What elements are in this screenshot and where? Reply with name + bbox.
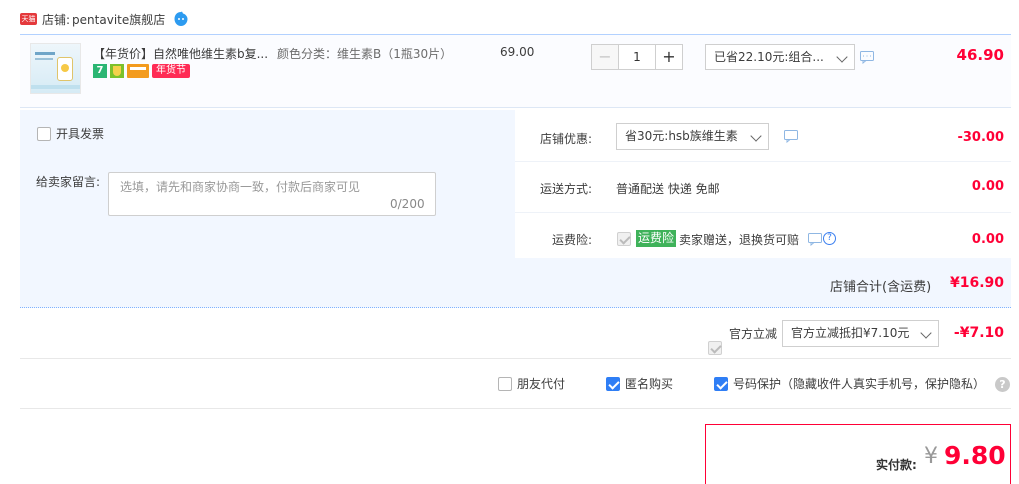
sku-info: 颜色分类：维生素B（1瓶30片） [277,47,453,61]
official-discount-select[interactable]: 官方立减抵扣¥7.10元 [782,320,939,347]
divider [20,408,1011,409]
insurance-label: 运费险: [552,233,593,247]
seven-day-return-icon: 7 [93,64,107,78]
store-discount-select[interactable]: 省30元:hsb族维生素 [616,123,769,150]
message-char-count: 0/200 [390,197,425,211]
official-discount-value: 官方立减抵扣¥7.10元 [791,326,910,340]
chevron-down-icon [920,327,932,339]
payment-currency: ¥ [924,444,938,469]
item-promo-select[interactable]: 已省22.10元:组合... [705,44,855,70]
shipping-method: 普通配送 快递 免邮 [616,182,720,196]
product-badges: 7 年货节 [93,64,190,78]
official-discount-checkbox [708,341,722,355]
unit-price: 69.00 [500,45,535,59]
chevron-down-icon [836,51,848,63]
insurance-text: 卖家赠送，退换货可赔 [679,233,800,247]
guarantee-icon [110,64,124,78]
shipping-label: 运送方式: [540,182,593,196]
tmall-icon: 天猫 [20,13,37,25]
message-icon[interactable] [860,51,874,64]
store-discount-value: 省30元:hsb族维生素 [625,129,738,143]
shop-header: 天猫 店铺: pentavite旗舰店 [20,8,189,30]
quantity-decrease-button[interactable]: − [591,44,619,70]
quantity-increase-button[interactable]: + [655,44,683,70]
question-icon[interactable]: ? [995,377,1010,392]
invoice-checkbox[interactable] [37,126,51,141]
friend-pay-label: 朋友代付 [517,377,566,391]
divider [20,358,1011,359]
phone-protect-label: 号码保护（隐藏收件人真实手机号，保护隐私） [733,377,986,391]
shop-label: 店铺: [42,12,71,27]
message-label: 给卖家留言: [36,175,101,189]
insurance-amount: 0.00 [971,232,1004,247]
credit-card-icon [127,64,149,78]
item-total-price: 46.90 [956,46,1004,64]
message-icon[interactable] [808,233,822,246]
divider [515,212,1011,213]
phone-protect-option[interactable]: 号码保护（隐藏收件人真实手机号，保护隐私） [714,375,985,392]
friend-pay-checkbox[interactable] [498,376,512,391]
invoice-label: 开具发票 [56,127,105,141]
friend-pay-option[interactable]: 朋友代付 [498,375,565,392]
insurance-checkbox [617,232,631,246]
shop-name-link[interactable]: pentavite旗舰店 [72,11,165,28]
chevron-down-icon [750,130,762,142]
payment-label: 实付款: [876,458,917,472]
shipping-amount: 0.00 [971,179,1004,194]
subtotal-amount: ¥16.90 [949,275,1004,291]
official-discount-label: 官方立减 [729,327,778,341]
payment-amount: 9.80 [944,441,1006,470]
anonymous-checkbox[interactable] [606,376,620,391]
insurance-tag: 运费险 [636,230,677,247]
subtotal-label: 店铺合计(含运费) [830,280,932,295]
official-discount-amount: -¥7.10 [953,325,1004,341]
product-title-link[interactable]: 【年货价】自然唯他维生素b复... [93,45,268,62]
phone-protect-checkbox[interactable] [714,376,728,391]
item-promo-value: 已省22.10元:组合... [714,50,824,64]
message-placeholder: 选填，请先和商家协商一致，付款后商家可见 [120,180,361,194]
store-discount-amount: -30.00 [957,130,1004,145]
store-discount-label: 店铺优惠: [540,132,593,146]
anonymous-option[interactable]: 匿名购买 [606,375,673,392]
invoice-checkbox-group[interactable]: 开具发票 [37,125,104,142]
divider [515,161,1011,162]
quantity-stepper: − 1 + [591,44,683,70]
help-icon[interactable]: ? [823,232,836,245]
wangwang-chat-icon[interactable] [173,11,189,27]
anonymous-label: 匿名购买 [625,377,674,391]
quantity-input[interactable]: 1 [619,44,655,70]
message-icon[interactable] [784,130,798,143]
product-thumbnail[interactable] [30,43,81,94]
new-year-festival-badge: 年货节 [152,64,190,78]
